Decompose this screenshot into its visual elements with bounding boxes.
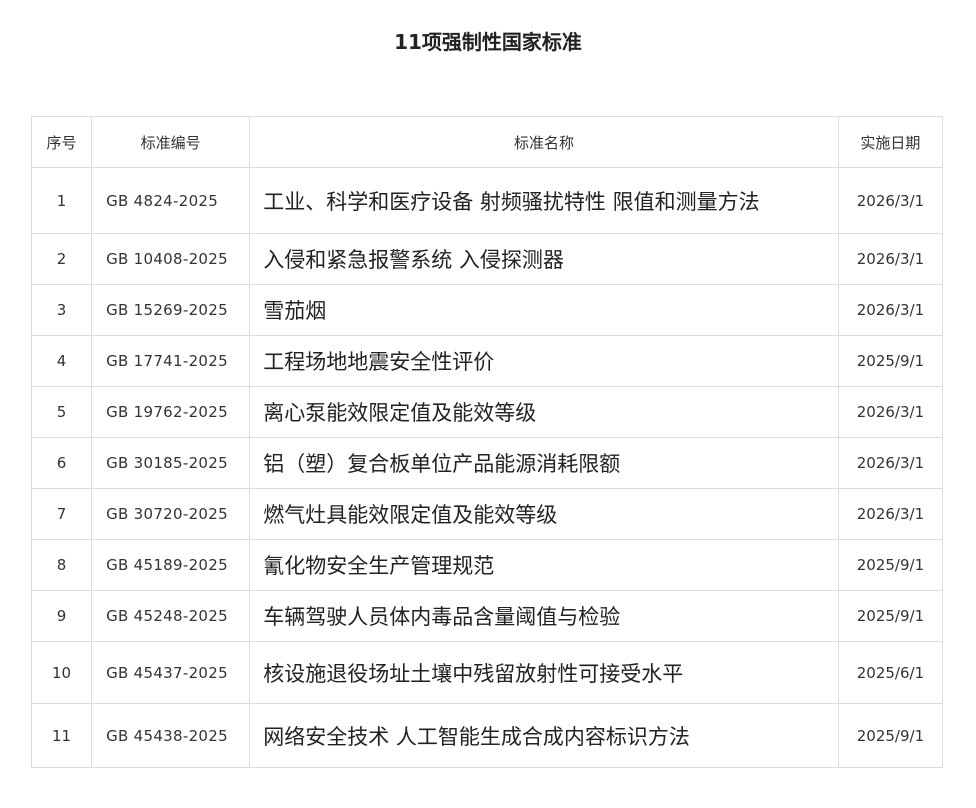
standard-code: GB 4824-2025: [91, 167, 251, 234]
standard-name: 网络安全技术 人工智能生成合成内容标识方法: [249, 703, 839, 768]
standard-name: 离心泵能效限定值及能效等级: [249, 386, 839, 438]
effective-date: 2026/3/1: [837, 437, 944, 489]
page-title: 11项强制性国家标准: [394, 30, 582, 54]
standard-code: GB 45437-2025: [91, 641, 251, 704]
row-number: 3: [30, 284, 93, 336]
table-header-row: 序号 标准编号 标准名称 实施日期: [30, 116, 944, 168]
table-row: 9 GB 45248-2025 车辆驾驶人员体内毒品含量阈值与检验 2025/9…: [30, 590, 944, 642]
table-row: 2 GB 10408-2025 入侵和紧急报警系统 入侵探测器 2026/3/1: [30, 233, 944, 285]
standard-code: GB 30185-2025: [91, 437, 251, 489]
row-number: 7: [30, 488, 93, 540]
table-row: 11 GB 45438-2025 网络安全技术 人工智能生成合成内容标识方法 2…: [30, 703, 944, 768]
table-row: 10 GB 45437-2025 核设施退役场址土壤中残留放射性可接受水平 20…: [30, 641, 944, 704]
row-number: 4: [30, 335, 93, 387]
row-number: 6: [30, 437, 93, 489]
effective-date: 2026/3/1: [837, 233, 944, 285]
standard-name: 工业、科学和医疗设备 射频骚扰特性 限值和测量方法: [249, 167, 839, 234]
table-row: 4 GB 17741-2025 工程场地地震安全性评价 2025/9/1: [30, 335, 944, 387]
row-number: 2: [30, 233, 93, 285]
row-number: 5: [30, 386, 93, 438]
standard-code: GB 10408-2025: [91, 233, 251, 285]
row-number: 10: [30, 641, 93, 704]
effective-date: 2025/9/1: [837, 703, 944, 768]
standards-table: 序号 标准编号 标准名称 实施日期 1 GB 4824-2025 工业、科学和医…: [30, 116, 944, 768]
effective-date: 2026/3/1: [837, 167, 944, 234]
effective-date: 2026/3/1: [837, 386, 944, 438]
standard-name: 工程场地地震安全性评价: [249, 335, 839, 387]
row-number: 1: [30, 167, 93, 234]
effective-date: 2025/9/1: [837, 335, 944, 387]
standard-name: 铝（塑）复合板单位产品能源消耗限额: [249, 437, 839, 489]
header-name: 标准名称: [249, 116, 839, 168]
standard-name: 雪茄烟: [249, 284, 839, 336]
standard-name: 入侵和紧急报警系统 入侵探测器: [249, 233, 839, 285]
header-code: 标准编号: [91, 116, 251, 168]
standard-code: GB 19762-2025: [91, 386, 251, 438]
table-row: 5 GB 19762-2025 离心泵能效限定值及能效等级 2026/3/1: [30, 386, 944, 438]
row-number: 9: [30, 590, 93, 642]
standard-name: 车辆驾驶人员体内毒品含量阈值与检验: [249, 590, 839, 642]
effective-date: 2025/9/1: [837, 590, 944, 642]
table-row: 3 GB 15269-2025 雪茄烟 2026/3/1: [30, 284, 944, 336]
standard-name: 燃气灶具能效限定值及能效等级: [249, 488, 839, 540]
header-date: 实施日期: [837, 116, 944, 168]
header-no: 序号: [30, 116, 93, 168]
table-row: 7 GB 30720-2025 燃气灶具能效限定值及能效等级 2026/3/1: [30, 488, 944, 540]
effective-date: 2026/3/1: [837, 488, 944, 540]
table-row: 8 GB 45189-2025 氰化物安全生产管理规范 2025/9/1: [30, 539, 944, 591]
standard-name: 氰化物安全生产管理规范: [249, 539, 839, 591]
standard-code: GB 45189-2025: [91, 539, 251, 591]
standard-code: GB 45248-2025: [91, 590, 251, 642]
standard-name: 核设施退役场址土壤中残留放射性可接受水平: [249, 641, 839, 704]
row-number: 8: [30, 539, 93, 591]
table-row: 1 GB 4824-2025 工业、科学和医疗设备 射频骚扰特性 限值和测量方法…: [30, 167, 944, 234]
effective-date: 2026/3/1: [837, 284, 944, 336]
effective-date: 2025/9/1: [837, 539, 944, 591]
effective-date: 2025/6/1: [837, 641, 944, 704]
standard-code: GB 30720-2025: [91, 488, 251, 540]
standard-code: GB 45438-2025: [91, 703, 251, 768]
row-number: 11: [30, 703, 93, 768]
standard-code: GB 15269-2025: [91, 284, 251, 336]
table-row: 6 GB 30185-2025 铝（塑）复合板单位产品能源消耗限额 2026/3…: [30, 437, 944, 489]
standard-code: GB 17741-2025: [91, 335, 251, 387]
